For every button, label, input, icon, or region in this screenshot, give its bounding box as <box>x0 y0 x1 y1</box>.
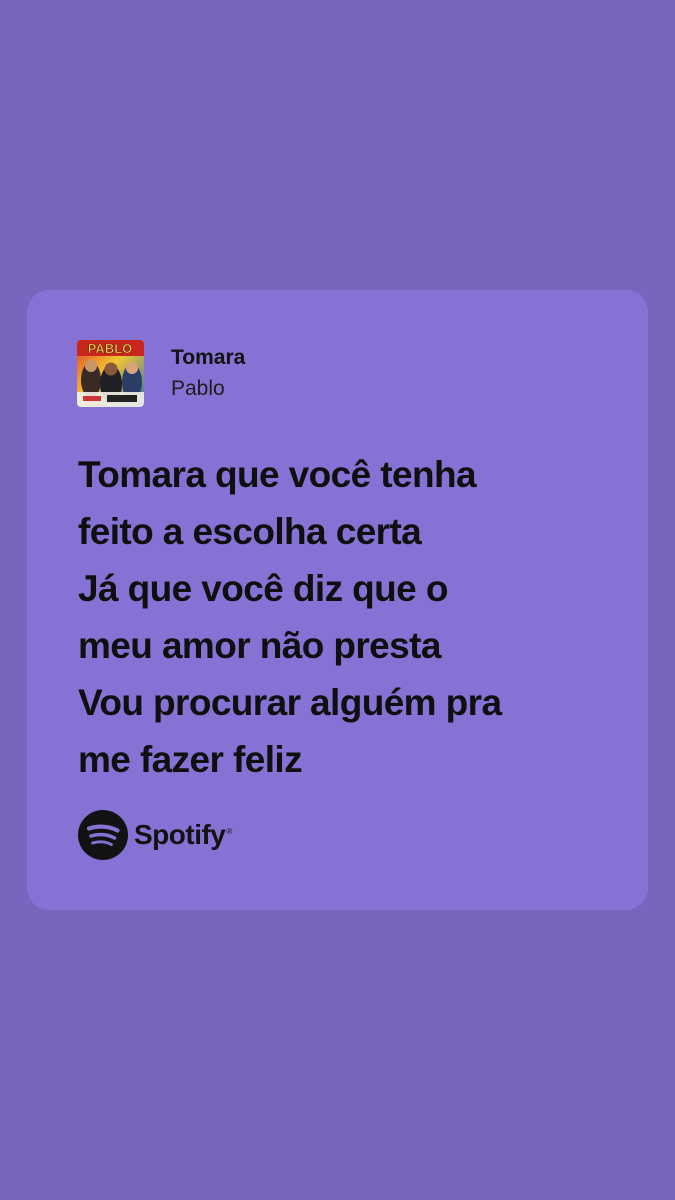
track-artist: Pablo <box>171 376 225 400</box>
spotify-logo: Spotify® <box>78 810 232 860</box>
brand-name: Spotify <box>134 819 226 850</box>
lyric-line: meu amor não presta <box>78 625 441 666</box>
spotify-wordmark: Spotify® <box>134 819 232 851</box>
track-header[interactable]: PABLO Tomara Pablo <box>77 340 245 407</box>
lyrics-block: Tomara que você tenha feito a escolha ce… <box>78 446 623 788</box>
registered-mark: ® <box>226 826 232 836</box>
album-cover-art: PABLO <box>77 340 144 407</box>
album-cover-title: PABLO <box>88 341 133 356</box>
lyric-line: Já que você diz que o <box>78 568 448 609</box>
spotify-icon <box>78 810 128 860</box>
lyrics-card: PABLO Tomara Pablo Tomara que você tenha… <box>27 290 648 910</box>
lyric-line: feito a escolha certa <box>78 511 422 552</box>
lyric-line: Vou procurar alguém pra <box>78 682 502 723</box>
album-cover: PABLO <box>77 340 144 407</box>
track-title: Tomara <box>171 345 246 369</box>
lyric-line: me fazer feliz <box>78 739 303 780</box>
lyric-line: Tomara que você tenha <box>78 454 477 495</box>
track-info: Tomara Pablo <box>171 344 245 404</box>
